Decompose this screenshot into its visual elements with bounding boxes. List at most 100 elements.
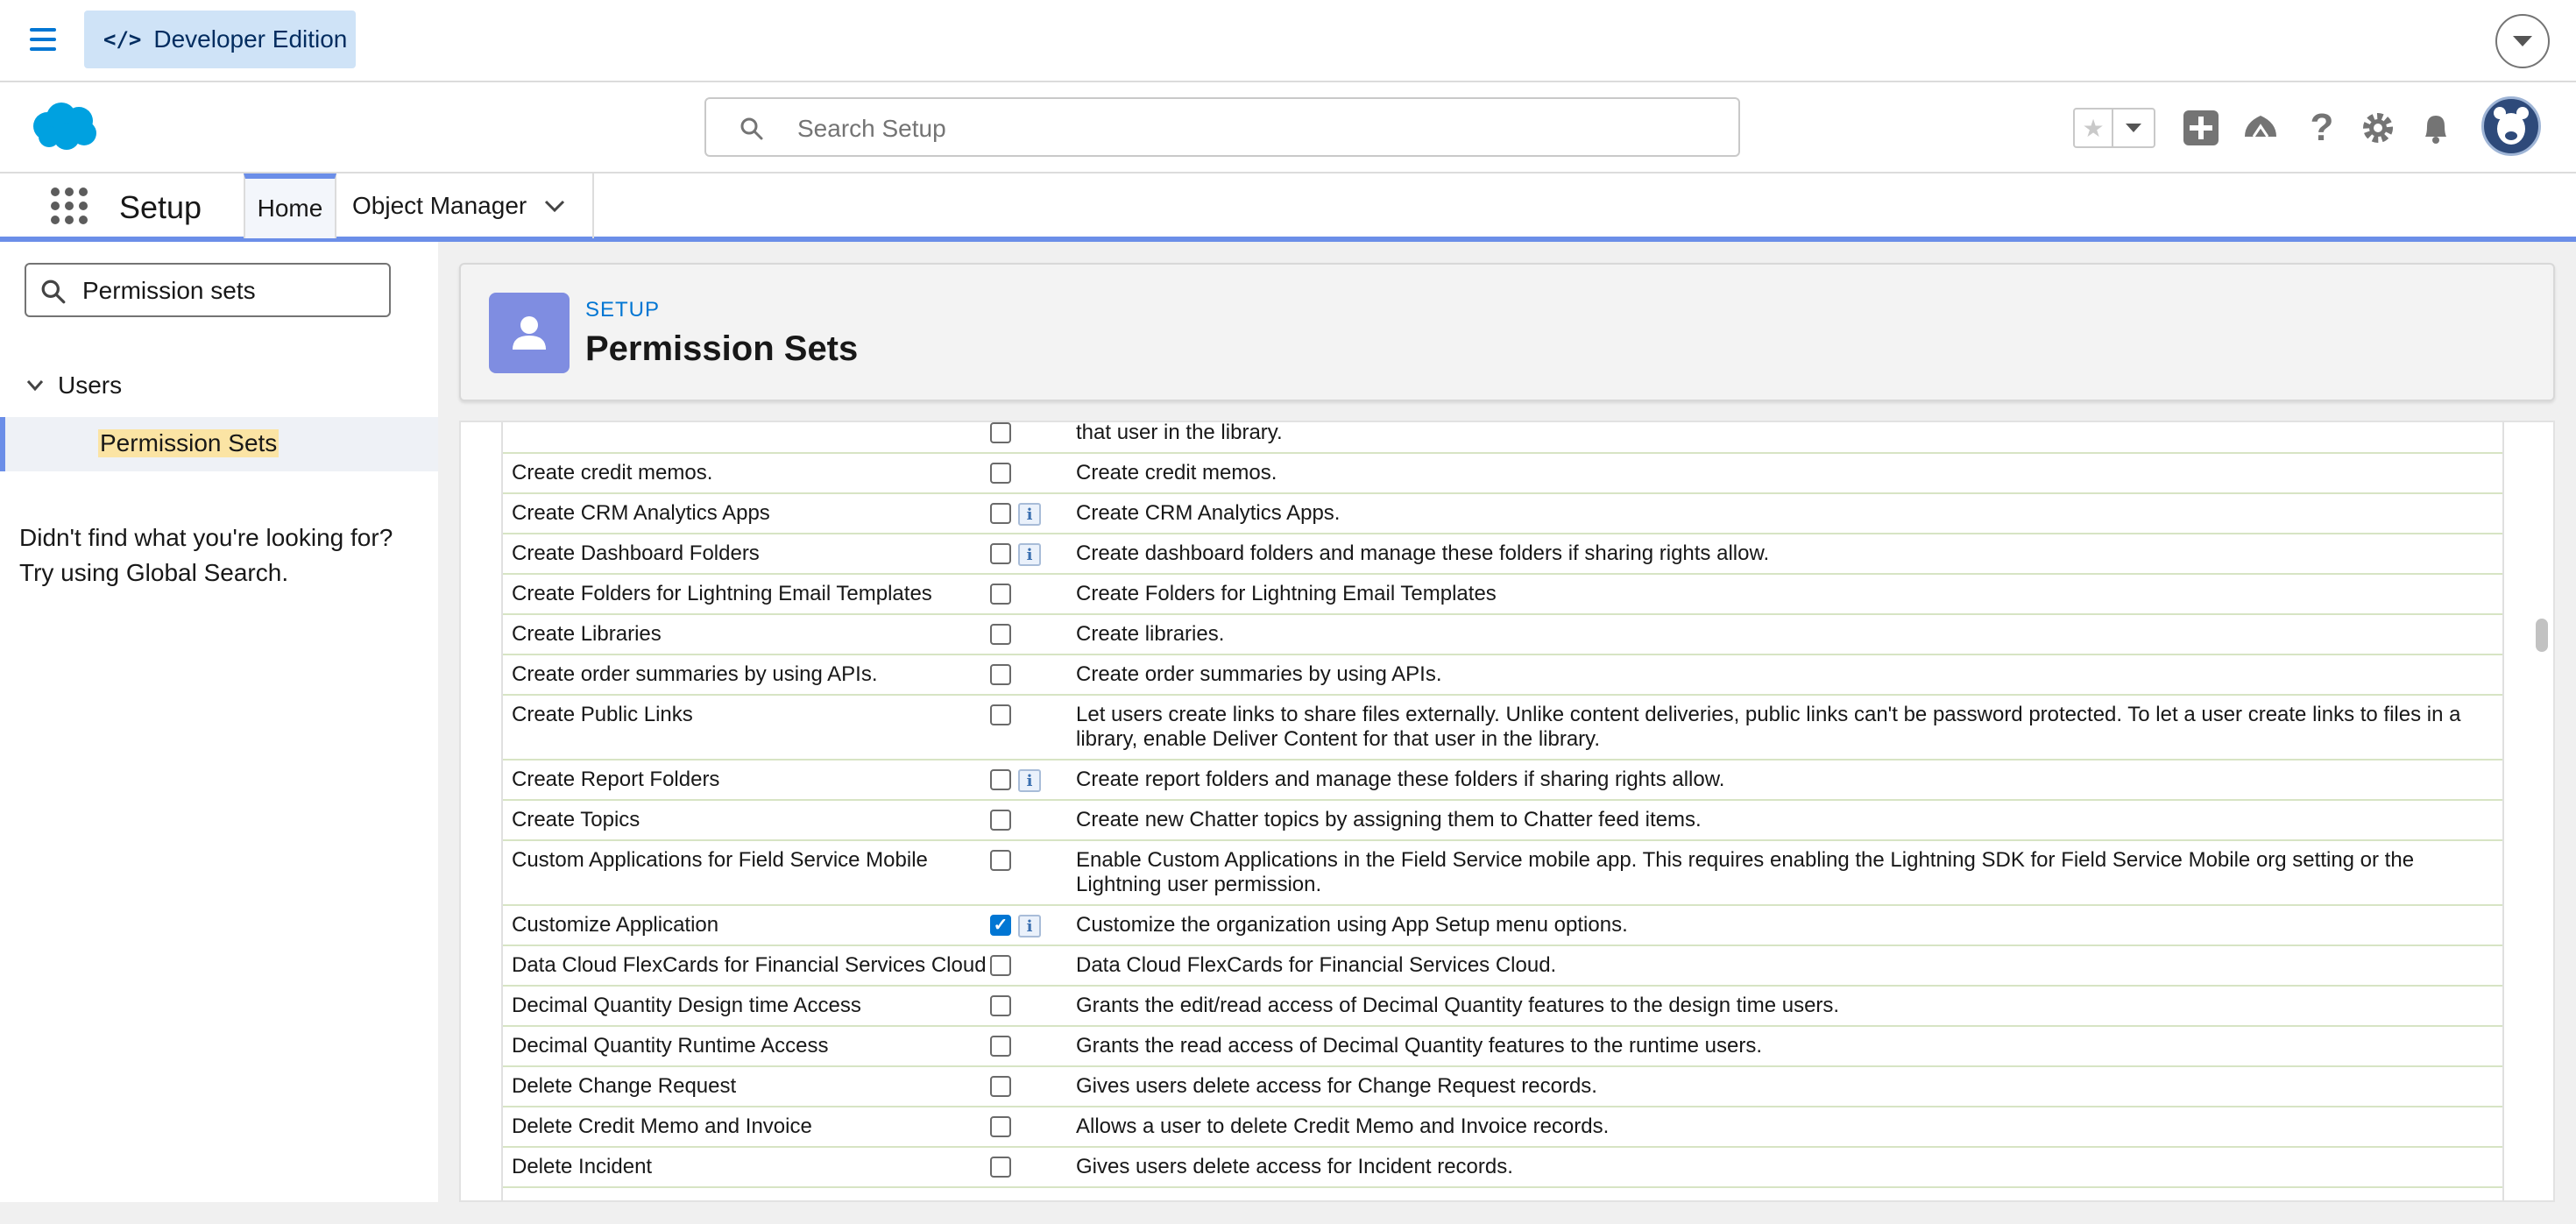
permission-checkbox-cell (990, 655, 1076, 694)
table-row: Custom Applications for Field Service Mo… (503, 841, 2502, 906)
page-header: SETUP Permission Sets (459, 263, 2555, 401)
info-icon[interactable]: i (1018, 503, 1041, 526)
permission-checkbox[interactable]: ✓ (990, 915, 1011, 936)
user-avatar[interactable] (2481, 96, 2541, 156)
permission-checkbox-cell (990, 987, 1076, 1025)
scrollbar[interactable] (2532, 421, 2551, 1202)
permission-checkbox-cell (990, 615, 1076, 654)
permission-description: Create report folders and manage these f… (1076, 768, 1725, 791)
favorites-dropdown-button[interactable] (2113, 110, 2154, 146)
info-icon[interactable]: i (1018, 543, 1041, 566)
permission-checkbox[interactable] (990, 584, 1011, 605)
search-icon (41, 279, 66, 304)
permission-name: Delete Incident (512, 1155, 653, 1178)
notifications-bell-icon[interactable] (2415, 107, 2457, 149)
table-row: Decimal Quantity Runtime Access Grants th… (503, 1027, 2502, 1067)
global-search-input[interactable]: Search Setup (704, 97, 1740, 157)
permission-checkbox[interactable] (990, 1157, 1011, 1178)
info-icon[interactable]: i (1018, 915, 1041, 937)
permission-description: Create Folders for Lightning Email Templ… (1076, 582, 1497, 605)
permission-checkbox-cell (990, 696, 1076, 759)
permission-name: Customize Application (512, 913, 719, 937)
permission-checkbox-cell: i (990, 761, 1076, 799)
permission-checkbox[interactable] (990, 1036, 1011, 1057)
salesforce-logo[interactable] (28, 100, 100, 152)
permission-checkbox[interactable] (990, 995, 1011, 1016)
permission-description: Grants the read access of Decimal Quanti… (1076, 1034, 1763, 1058)
setup-sidebar: Permission sets Users Permission Sets Di… (0, 242, 438, 1224)
permission-name: Decimal Quantity Runtime Access (512, 1034, 829, 1058)
scrollbar-thumb[interactable] (2536, 619, 2548, 652)
permission-checkbox[interactable] (990, 704, 1011, 725)
gear-icon[interactable] (2357, 107, 2399, 149)
permission-checkbox-cell (990, 801, 1076, 839)
tab-home[interactable]: Home (244, 173, 336, 238)
permission-checkbox[interactable] (990, 1076, 1011, 1097)
tab-object-manager[interactable]: Object Manager (336, 173, 594, 238)
table-row: Delete Credit Memo and Invoice Allows a u… (503, 1107, 2502, 1148)
permission-checkbox-cell (990, 1027, 1076, 1065)
trailhead-icon[interactable] (2240, 107, 2282, 149)
permission-checkbox[interactable] (990, 503, 1011, 524)
quick-find-value: Permission sets (82, 277, 256, 304)
permission-name: Data Cloud FlexCards for Financial Servi… (512, 953, 987, 977)
quick-find-input[interactable]: Permission sets (25, 263, 391, 317)
permission-name: Custom Applications for Field Service Mo… (512, 848, 928, 872)
favorites-group: ★ (2073, 108, 2155, 148)
permission-checkbox[interactable] (990, 664, 1011, 685)
permission-checkbox[interactable] (990, 810, 1011, 831)
dev-dropdown-button[interactable] (2495, 14, 2550, 68)
permission-checkbox[interactable] (990, 422, 1011, 443)
permission-description: Let users create links to share files ex… (1076, 703, 2461, 751)
permission-checkbox[interactable] (990, 769, 1011, 790)
permission-checkbox[interactable] (990, 1116, 1011, 1137)
permission-checkbox[interactable] (990, 850, 1011, 871)
tree-item-permission-sets[interactable]: Permission Sets (0, 417, 438, 471)
permissions-content: that user in the library. Create credit m… (459, 421, 2555, 1202)
permission-checkbox[interactable] (990, 955, 1011, 976)
permission-name (503, 422, 990, 452)
permission-checkbox[interactable] (990, 624, 1011, 645)
not-found-message: Didn't find what you're looking for? Try… (19, 520, 393, 591)
permission-description: Grants the edit/read access of Decimal Q… (1076, 994, 1840, 1017)
code-icon: </> (103, 27, 142, 52)
chevron-down-icon[interactable] (544, 199, 565, 213)
table-row: Create Topics Create new Chatter topics b… (503, 801, 2502, 841)
menu-icon[interactable] (30, 28, 56, 51)
permission-description: Create credit memos. (1076, 461, 1277, 485)
permission-checkbox-cell (990, 841, 1076, 904)
not-found-line1: Didn't find what you're looking for? (19, 524, 393, 551)
table-row: Create credit memos. Create credit memos. (503, 454, 2502, 494)
permission-checkbox[interactable] (990, 543, 1011, 564)
table-row: Create Libraries Create libraries. (503, 615, 2502, 655)
favorite-star-icon[interactable]: ★ (2075, 110, 2113, 146)
search-placeholder: Search Setup (797, 115, 946, 142)
permission-checkbox[interactable] (990, 463, 1011, 484)
permission-description: Create order summaries by using APIs. (1076, 662, 1442, 686)
bottom-edge (0, 1202, 2576, 1224)
permission-checkbox-cell (990, 1107, 1076, 1146)
permission-checkbox-cell: ✓ i (990, 906, 1076, 945)
tab-home-label: Home (257, 195, 323, 222)
help-icon[interactable]: ? (2301, 106, 2343, 149)
not-found-line2: Try using Global Search. (19, 559, 289, 586)
table-row: Data Cloud FlexCards for Financial Servi… (503, 946, 2502, 987)
developer-edition-label: Developer Edition (153, 25, 348, 53)
permission-name: Create order summaries by using APIs. (512, 662, 878, 686)
permission-name: Create Dashboard Folders (512, 541, 760, 565)
tree-item-users[interactable]: Users (26, 371, 122, 400)
app-launcher-icon[interactable] (51, 187, 88, 224)
developer-edition-button[interactable]: </> Developer Edition (84, 11, 356, 68)
permission-name: Delete Change Request (512, 1074, 737, 1098)
permission-checkbox-cell (990, 1067, 1076, 1106)
permission-checkbox-cell (990, 422, 1076, 452)
tree-item-permission-sets-label: Permission Sets (98, 429, 280, 457)
permission-description: Create CRM Analytics Apps. (1076, 501, 1341, 525)
global-actions-icon[interactable] (2180, 107, 2222, 149)
permission-checkbox-cell (990, 946, 1076, 985)
permission-description: Gives users delete access for Change Req… (1076, 1074, 1597, 1098)
permission-checkbox-cell: i (990, 534, 1076, 573)
breadcrumb[interactable]: SETUP (585, 298, 660, 322)
permission-description: Data Cloud FlexCards for Financial Servi… (1076, 953, 1557, 977)
info-icon[interactable]: i (1018, 769, 1041, 792)
